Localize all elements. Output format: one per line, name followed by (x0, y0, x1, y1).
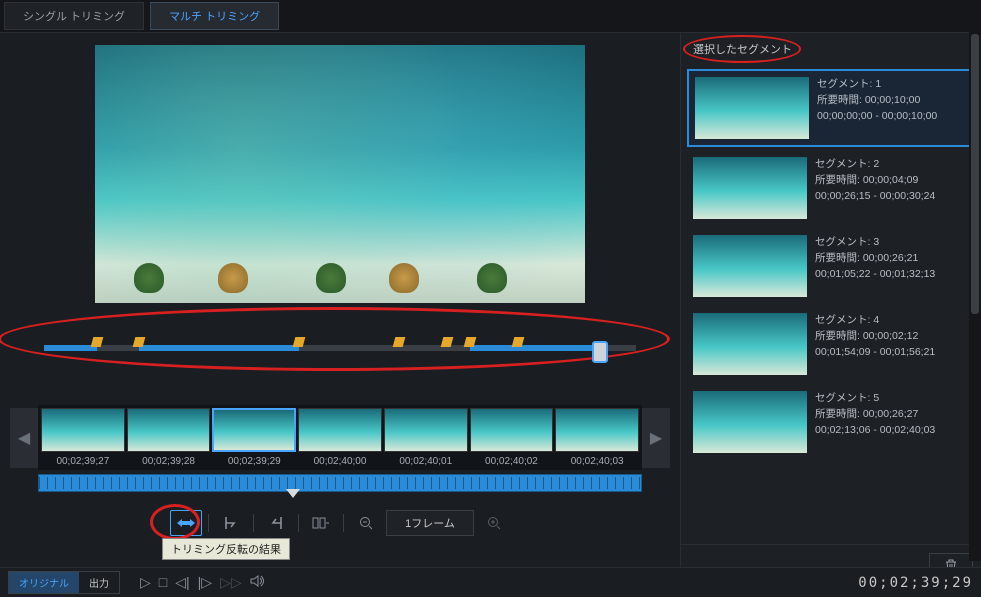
segments-panel-title: 選択したセグメント (693, 44, 792, 56)
tab-multi-trim[interactable]: マルチ トリミング (150, 2, 279, 30)
frame-thumbnail (384, 408, 468, 452)
frame-timecode: 00;02;39;29 (212, 456, 296, 467)
filmstrip-frame[interactable]: 00;02;40;03 (555, 408, 639, 467)
segment-thumbnail (695, 77, 809, 139)
mark-out-button[interactable] (260, 510, 292, 536)
swap-arrows-icon (176, 517, 196, 529)
segment-info: セグメント: 2所要時間: 00;00;04;0900;00;26;15 - 0… (815, 157, 935, 219)
frame-timecode: 00;02;40;01 (384, 456, 468, 467)
mark-in-button[interactable] (215, 510, 247, 536)
filmstrip-frame[interactable]: 00;02;40;00 (298, 408, 382, 467)
timecode-display: 00;02;39;29 (858, 575, 973, 591)
mark-in-icon (223, 515, 239, 531)
timeline-marker[interactable] (440, 337, 453, 347)
segment-thumbnail (693, 235, 807, 297)
tab-single-trim[interactable]: シングル トリミング (4, 2, 144, 30)
segment-thumbnail (693, 391, 807, 453)
frame-thumbnail (298, 408, 382, 452)
bottom-bar: オリジナル 出力 ▷ □ ◁| |▷ ▷▷ 00;02;39;29 (0, 567, 981, 597)
segment-item[interactable]: セグメント: 4所要時間: 00;00;02;1200;01;54;09 - 0… (687, 307, 975, 381)
original-output-toggle: オリジナル 出力 (8, 571, 120, 594)
segment-item[interactable]: セグメント: 2所要時間: 00;00;04;0900;00;26;15 - 0… (687, 151, 975, 225)
segment-info: セグメント: 4所要時間: 00;00;02;1200;01;54;09 - 0… (815, 313, 935, 375)
fast-forward-button[interactable]: ▷▷ (220, 574, 242, 591)
filmstrip-prev-button[interactable]: ◀ (10, 408, 38, 468)
original-tab[interactable]: オリジナル (9, 572, 79, 593)
video-preview (95, 45, 585, 303)
segment-range: 00;01;54;09 - 00;01;56;21 (815, 345, 935, 361)
segment-duration: 所要時間: 00;00;02;12 (815, 329, 935, 345)
zoom-out-icon (359, 516, 373, 530)
filmstrip[interactable]: 00;02;39;2700;02;39;2800;02;39;2900;02;4… (38, 405, 642, 470)
frame-timecode: 00;02;40;02 (470, 456, 554, 467)
filmstrip-ruler[interactable] (38, 474, 642, 492)
filmstrip-frame[interactable]: 00;02;39;28 (127, 408, 211, 467)
frame-timecode: 00;02;40;00 (298, 456, 382, 467)
filmstrip-frame[interactable]: 00;02;40;02 (470, 408, 554, 467)
segment-name: セグメント: 2 (815, 157, 935, 173)
volume-button[interactable] (250, 574, 266, 591)
segment-name: セグメント: 1 (817, 77, 937, 93)
segments-list: セグメント: 1所要時間: 00;00;10;0000;00;00;00 - 0… (681, 65, 981, 544)
next-frame-button[interactable]: |▷ (198, 574, 212, 591)
frame-thumbnail (555, 408, 639, 452)
scene-detect-icon (312, 516, 330, 530)
segments-scrollbar[interactable] (969, 30, 981, 561)
frame-thumbnail (127, 408, 211, 452)
tab-bar: シングル トリミング マルチ トリミング (0, 0, 981, 33)
frame-step-select[interactable]: 1フレーム (386, 510, 474, 536)
frame-timecode: 00;02;40;03 (555, 456, 639, 467)
zoom-in-icon (487, 516, 501, 530)
trim-toolbar: 1フレーム トリミング反転の結果 (10, 510, 670, 536)
timeline-marker[interactable] (292, 337, 305, 347)
timeline-marker[interactable] (91, 337, 104, 347)
filmstrip-frame[interactable]: 00;02;39;27 (41, 408, 125, 467)
segment-item[interactable]: セグメント: 3所要時間: 00;00;26;2100;01;05;22 - 0… (687, 229, 975, 303)
output-tab[interactable]: 出力 (79, 572, 119, 593)
segment-duration: 所要時間: 00;00;10;00 (817, 93, 937, 109)
filmstrip-frame[interactable]: 00;02;40;01 (384, 408, 468, 467)
filmstrip-next-button[interactable]: ▶ (642, 408, 670, 468)
zoom-out-button[interactable] (350, 510, 382, 536)
invert-trim-button[interactable] (170, 510, 202, 536)
timeline-playhead[interactable] (592, 341, 608, 363)
segment-range: 00;02;13;06 - 00;02;40;03 (815, 423, 935, 439)
prev-frame-button[interactable]: ◁| (175, 574, 189, 591)
frame-timecode: 00;02;39;28 (127, 456, 211, 467)
play-button[interactable]: ▷ (140, 574, 151, 591)
scene-detect-button[interactable] (305, 510, 337, 536)
speaker-icon (250, 574, 266, 588)
segment-info: セグメント: 3所要時間: 00;00;26;2100;01;05;22 - 0… (815, 235, 935, 297)
segment-name: セグメント: 4 (815, 313, 935, 329)
ruler-playhead-icon[interactable] (286, 489, 300, 505)
invert-trim-tooltip: トリミング反転の結果 (162, 538, 290, 560)
frame-timecode: 00;02;39;27 (41, 456, 125, 467)
zoom-in-button[interactable] (478, 510, 510, 536)
frame-thumbnail (470, 408, 554, 452)
segment-item[interactable]: セグメント: 1所要時間: 00;00;10;0000;00;00;00 - 0… (687, 69, 975, 147)
segment-thumbnail (693, 313, 807, 375)
segment-duration: 所要時間: 00;00;26;27 (815, 407, 935, 423)
filmstrip-frame[interactable]: 00;02;39;29 (212, 408, 296, 467)
segment-range: 00;00;26;15 - 00;00;30;24 (815, 189, 935, 205)
segment-name: セグメント: 5 (815, 391, 935, 407)
mark-out-icon (268, 515, 284, 531)
timeline-marker[interactable] (511, 337, 524, 347)
segment-item[interactable]: セグメント: 5所要時間: 00;00;26;2700;02;13;06 - 0… (687, 385, 975, 459)
segment-duration: 所要時間: 00;00;04;09 (815, 173, 935, 189)
segment-name: セグメント: 3 (815, 235, 935, 251)
stop-button[interactable]: □ (159, 574, 167, 591)
timeline-marker[interactable] (393, 337, 406, 347)
segment-info: セグメント: 5所要時間: 00;00;26;2700;02;13;06 - 0… (815, 391, 935, 453)
segment-thumbnail (693, 157, 807, 219)
segments-panel-header: 選択したセグメント (681, 33, 981, 65)
frame-thumbnail (41, 408, 125, 452)
timeline-overview[interactable] (26, 327, 654, 375)
frame-thumbnail (212, 408, 296, 452)
segment-range: 00;00;00;00 - 00;00;10;00 (817, 109, 937, 125)
segment-range: 00;01;05;22 - 00;01;32;13 (815, 267, 935, 283)
segment-info: セグメント: 1所要時間: 00;00;10;0000;00;00;00 - 0… (817, 77, 937, 139)
segment-duration: 所要時間: 00;00;26;21 (815, 251, 935, 267)
